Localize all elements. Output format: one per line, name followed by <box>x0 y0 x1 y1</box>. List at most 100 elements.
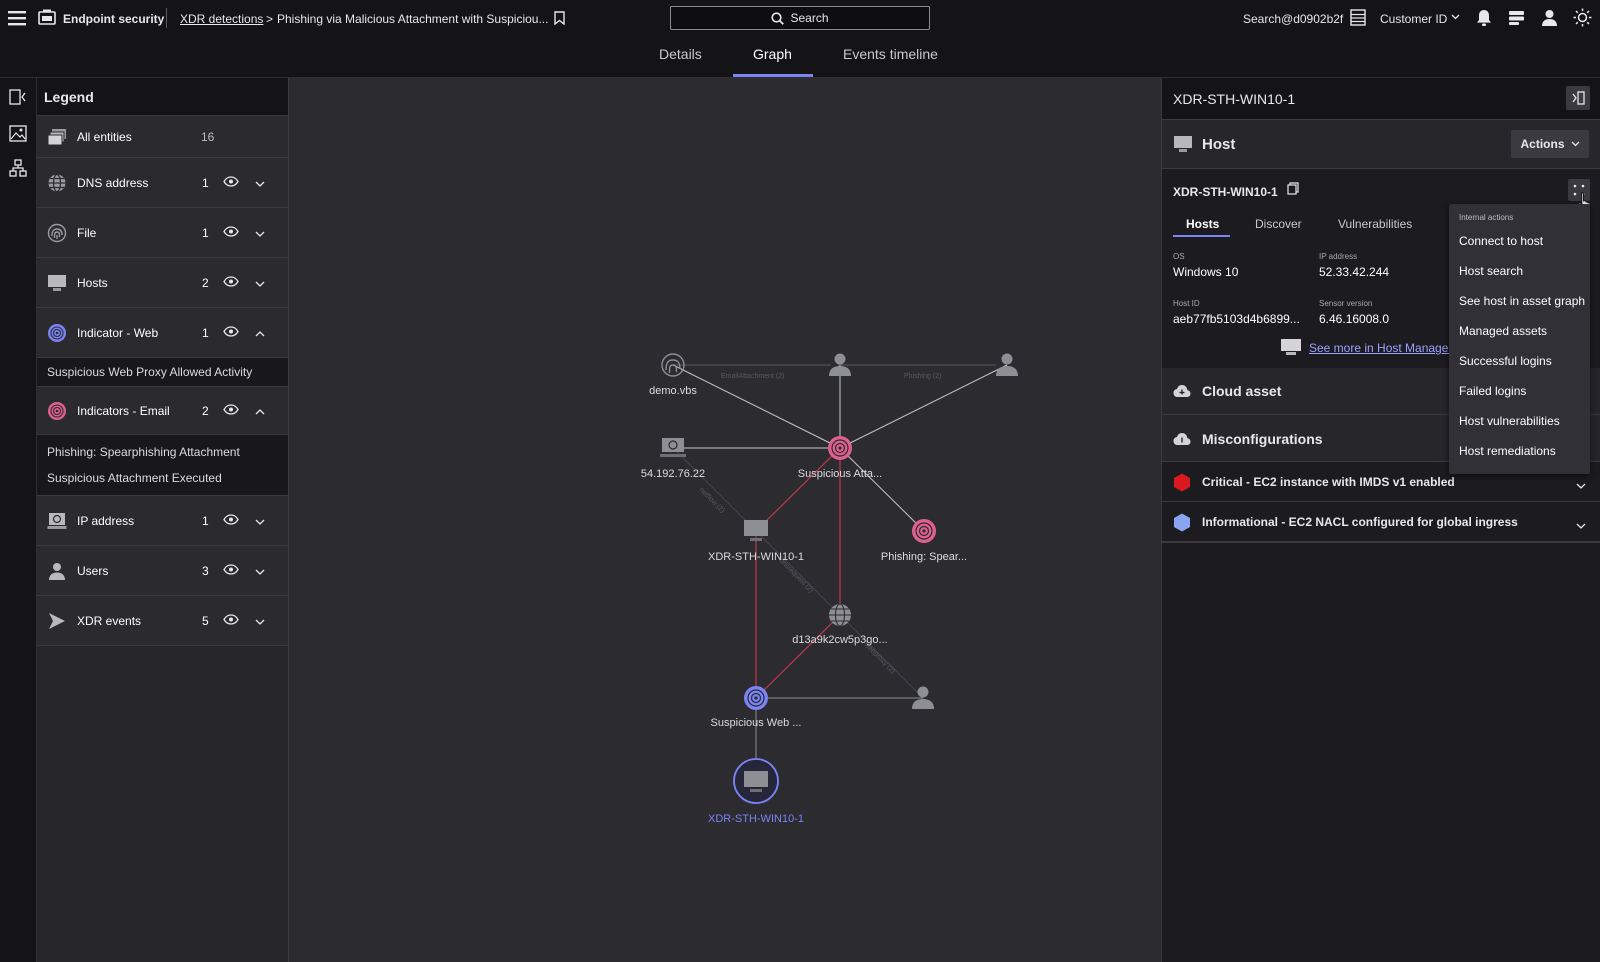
menu-item-managed-assets[interactable]: Managed assets <box>1459 324 1547 338</box>
tab-details[interactable]: Details <box>659 46 702 62</box>
edge-dns-to-web[interactable] <box>755 614 841 699</box>
eye-icon[interactable] <box>223 563 239 578</box>
menu-item-successful-logins[interactable]: Successful logins <box>1459 354 1552 368</box>
legend-item-indicator-web[interactable]: Indicator - Web 1 <box>37 308 288 358</box>
menu-item-host-search[interactable]: Host search <box>1459 264 1523 278</box>
legend-item-label: XDR events <box>77 613 142 628</box>
cloud-icon <box>1173 382 1191 401</box>
node-ip-address[interactable]: 54.192.76.22 <box>641 438 705 480</box>
node-dns-address[interactable]: d13a9k2cw5p3go... <box>792 603 888 646</box>
graph-canvas[interactable]: EmailAttachment (2) Phishing (2) netflow… <box>289 78 1161 962</box>
copy-icon[interactable] <box>1287 182 1299 198</box>
user-account-icon[interactable] <box>1541 9 1558 26</box>
eye-icon[interactable] <box>223 275 239 290</box>
app-name[interactable]: Endpoint security <box>63 12 164 26</box>
chevron-down-icon[interactable] <box>255 176 265 190</box>
eye-icon[interactable] <box>223 403 239 418</box>
user-search-id[interactable]: Search@d0902b2f <box>1243 12 1343 26</box>
legend-subitem[interactable]: Phishing: Spearphishing Attachment <box>37 439 288 465</box>
legend-item-xdr-events[interactable]: XDR events 5 <box>37 596 288 646</box>
legend-subitem[interactable]: Suspicious Web Proxy Allowed Activity <box>37 358 288 386</box>
node-user[interactable] <box>996 353 1018 377</box>
messages-icon[interactable] <box>1508 10 1525 26</box>
legend-item-count: 1 <box>202 325 209 340</box>
eye-icon[interactable] <box>223 513 239 528</box>
chevron-down-icon[interactable] <box>255 276 265 290</box>
panel-title: XDR-STH-WIN10-1 <box>1173 90 1296 107</box>
node-label: Suspicious Web ... <box>711 717 802 729</box>
host-section-title: Host <box>1202 136 1236 153</box>
tab-events-timeline[interactable]: Events timeline <box>843 46 938 62</box>
node-selected-host[interactable]: XDR-STH-WIN10-1 <box>708 758 804 825</box>
legend-item-count: 2 <box>202 275 209 290</box>
tab-graph[interactable]: Graph <box>753 46 792 62</box>
node-suspicious-web[interactable]: Suspicious Web ... <box>711 686 802 729</box>
breadcrumb-xdr-detections[interactable]: XDR detections <box>180 12 263 26</box>
image-icon[interactable] <box>8 123 28 143</box>
node-suspicious-attachment[interactable]: Suspicious Atta... <box>798 436 882 480</box>
legend-item-label: All entities <box>77 129 132 144</box>
globe-icon <box>47 173 67 193</box>
legend-item-dns-address[interactable]: DNS address 1 <box>37 158 288 208</box>
chevron-down-icon[interactable] <box>255 514 265 528</box>
subtab-discover[interactable]: Discover <box>1255 217 1302 231</box>
chevron-down-icon[interactable] <box>1451 14 1460 20</box>
chevron-down-icon[interactable] <box>255 614 265 628</box>
misconfig-label: Informational - EC2 NACL configured for … <box>1202 515 1518 529</box>
customer-id-dropdown[interactable]: Customer ID <box>1380 12 1447 26</box>
legend-all-entities[interactable]: All entities 16 <box>37 116 288 158</box>
legend-item-users[interactable]: Users 3 <box>37 546 288 596</box>
legend-item-indicators-email[interactable]: Indicators - Email 2 <box>37 387 288 435</box>
legend-subitem[interactable]: Suspicious Attachment Executed <box>37 465 288 491</box>
chevron-down-icon[interactable] <box>255 564 265 578</box>
edge-att-to-phishing[interactable] <box>839 447 925 532</box>
eye-icon[interactable] <box>223 613 239 628</box>
collapse-right-panel-icon[interactable] <box>1566 86 1590 110</box>
top-bar: Endpoint security XDR detections > Phish… <box>0 0 1600 36</box>
edge-ip-to-host[interactable] <box>672 447 757 532</box>
bell-icon[interactable] <box>1476 9 1492 27</box>
legend-item-count: 1 <box>202 175 209 190</box>
hierarchy-graph-icon[interactable] <box>8 158 28 178</box>
misconfig-item-informational[interactable]: Informational - EC2 NACL configured for … <box>1162 502 1600 542</box>
subtab-hosts[interactable]: Hosts <box>1186 217 1219 231</box>
actions-label: Actions <box>1520 137 1565 151</box>
chevron-up-icon[interactable] <box>255 404 265 418</box>
chevron-down-icon[interactable] <box>1576 518 1586 532</box>
chevron-up-icon[interactable] <box>255 326 265 340</box>
node-label: XDR-STH-WIN10-1 <box>708 551 804 563</box>
chevron-down-icon[interactable] <box>1576 478 1586 492</box>
monitor-icon <box>47 273 67 293</box>
subtab-vulnerabilities[interactable]: Vulnerabilities <box>1338 217 1412 231</box>
field-label-host-id: Host ID <box>1173 299 1200 308</box>
field-value-sensor-version: 6.46.16008.0 <box>1319 312 1390 326</box>
legend-item-file[interactable]: File 1 <box>37 208 288 258</box>
theme-sun-icon[interactable] <box>1573 8 1592 27</box>
table-icon[interactable] <box>1350 9 1366 26</box>
eye-icon[interactable] <box>223 325 239 340</box>
eye-icon[interactable] <box>223 225 239 240</box>
menu-item-see-host-in-asset-graph[interactable]: See host in asset graph <box>1459 294 1585 308</box>
hamburger-menu-icon[interactable] <box>8 9 26 27</box>
search-button[interactable]: Search <box>670 6 930 30</box>
legend-item-hosts[interactable]: Hosts 2 <box>37 258 288 308</box>
legend-sublist-email: Phishing: Spearphishing Attachment Suspi… <box>37 435 288 496</box>
actions-button[interactable]: Actions <box>1511 130 1589 158</box>
menu-item-connect-to-host[interactable]: Connect to host <box>1459 234 1543 248</box>
node-phishing-spearphishing[interactable]: Phishing: Spear... <box>881 519 967 563</box>
menu-item-host-remediations[interactable]: Host remediations <box>1459 444 1556 458</box>
legend-item-count: 3 <box>202 563 209 578</box>
menu-item-failed-logins[interactable]: Failed logins <box>1459 384 1526 398</box>
cloud-icon <box>1173 430 1191 449</box>
see-more-host-management-link[interactable]: See more in Host Managem <box>1309 341 1458 355</box>
node-label: Phishing: Spear... <box>881 551 967 563</box>
monitor-icon <box>1173 135 1193 156</box>
bookmark-icon[interactable] <box>554 11 565 25</box>
node-demo-vbs[interactable]: demo.vbs <box>649 353 697 397</box>
legend-item-ip-address[interactable]: IP address 1 <box>37 496 288 546</box>
menu-item-host-vulnerabilities[interactable]: Host vulnerabilities <box>1459 414 1560 428</box>
collapse-panel-icon[interactable] <box>8 87 28 107</box>
eye-icon[interactable] <box>223 175 239 190</box>
chevron-down-icon[interactable] <box>255 226 265 240</box>
edge-att-to-host[interactable] <box>755 447 841 532</box>
